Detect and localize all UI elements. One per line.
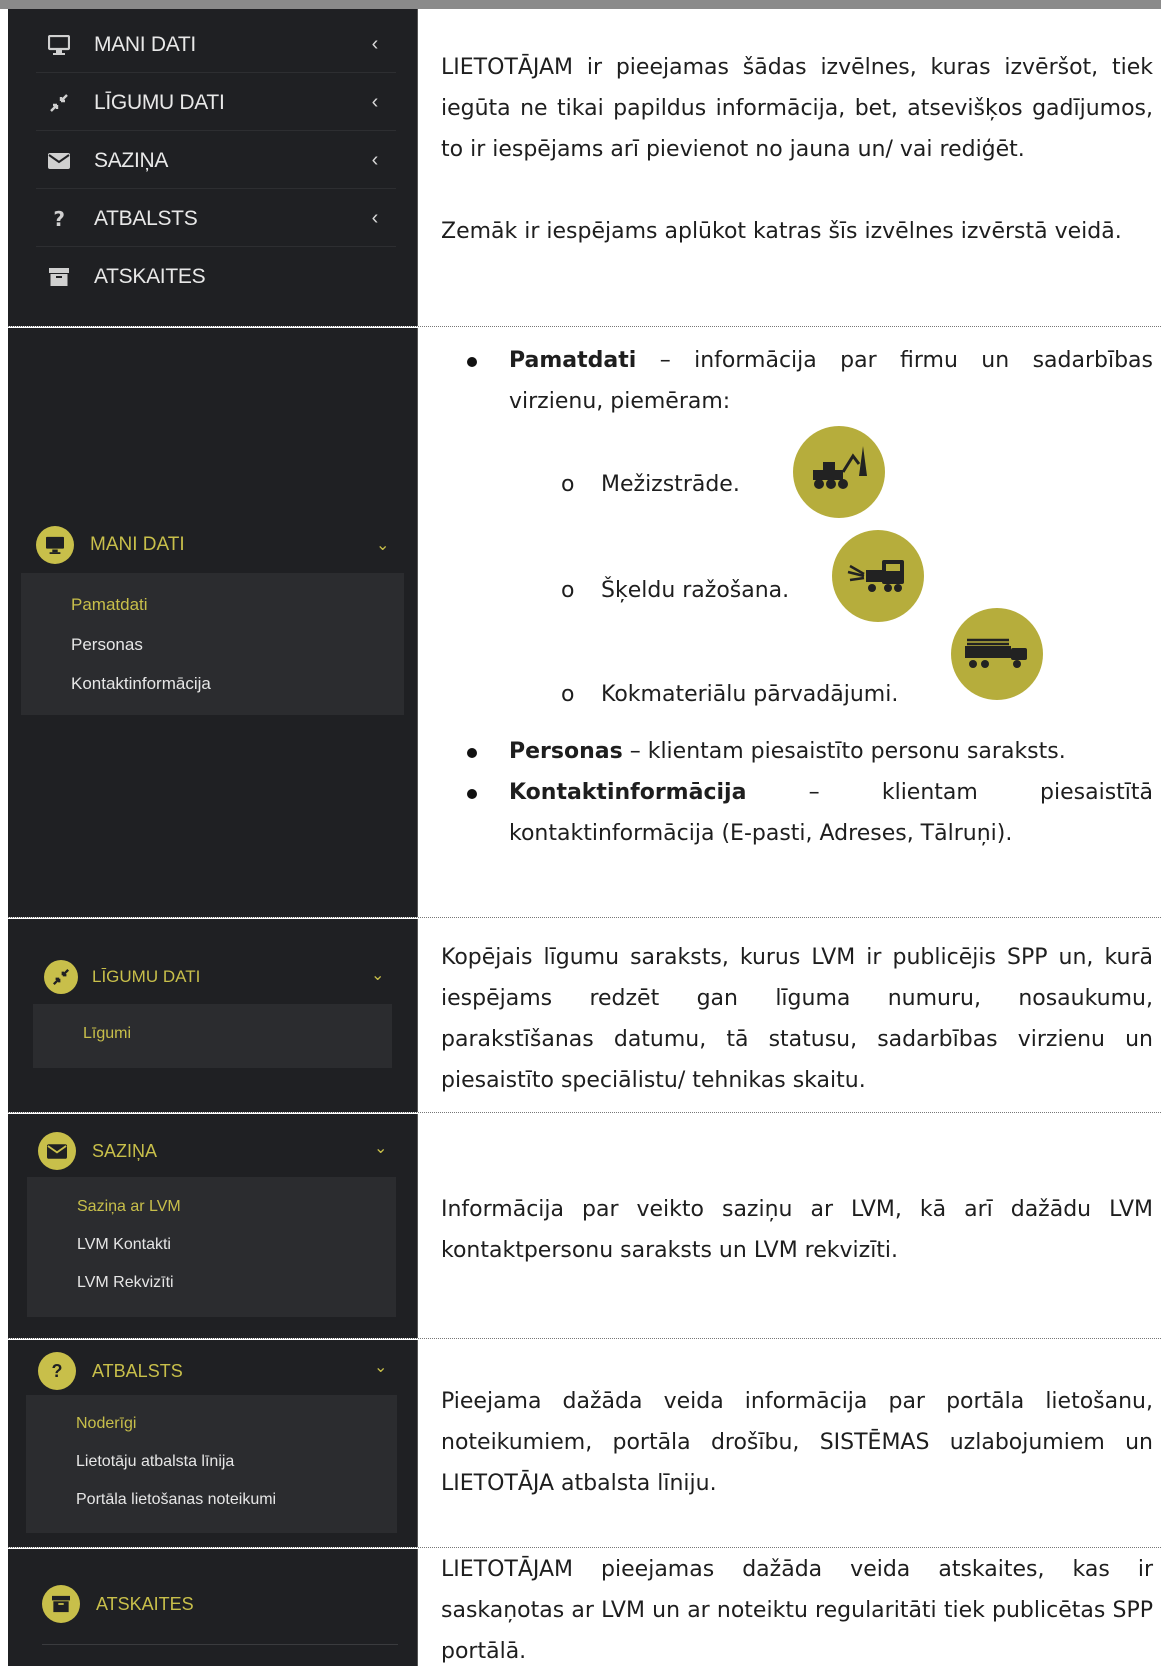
ligumu-dati-description: Kopējais līgumu saraksts, kurus LVM ir p… bbox=[419, 919, 1161, 1112]
question-icon: ? bbox=[38, 1352, 76, 1390]
archive-icon bbox=[44, 267, 74, 287]
forestry-harvester-icon bbox=[793, 426, 885, 518]
row-sazina: SAZIŅA ⌄ Saziņa ar LVM LVM Kontakti LVM … bbox=[8, 1114, 1161, 1339]
sidebar-collapsed: MANI DATI ‹ LĪGUMU DATI ‹ SAZIŅA ‹ ? ATB… bbox=[8, 9, 418, 326]
bullet-personas: Personas – klientam piesaistīto personu … bbox=[419, 731, 1153, 772]
intro-paragraph-2: Zemāk ir iespējams aplūkot katras šīs iz… bbox=[441, 219, 1122, 244]
section-title: ATSKAITES bbox=[96, 1593, 194, 1614]
chevron-down-icon[interactable]: ⌄ bbox=[371, 965, 384, 984]
submenu-item-lvm-rekviziti[interactable]: LVM Rekvizīti bbox=[77, 1274, 174, 1292]
submenu-item-lietotaju-atbalsta-linija[interactable]: Lietotāju atbalsta līnija bbox=[76, 1453, 234, 1471]
menu-label: ATSKAITES bbox=[94, 265, 206, 288]
row-mani-dati: MANI DATI ⌄ Pamatdati Personas Kontaktin… bbox=[8, 328, 1161, 918]
chevron-down-icon[interactable]: ⌄ bbox=[374, 1138, 387, 1157]
section-header-mani-dati[interactable]: MANI DATI bbox=[36, 526, 185, 564]
sidebar-sazina: SAZIŅA ⌄ Saziņa ar LVM LVM Kontakti LVM … bbox=[8, 1114, 418, 1338]
row-atskaites: ATSKAITES LIETOTĀJAM pieejamas dažāda ve… bbox=[8, 1549, 1161, 1666]
sub-bullet-kokmaterialu-parvadajumi: o Kokmateriālu pārvadājumi. bbox=[561, 682, 899, 707]
section-title: LĪGUMU DATI bbox=[92, 967, 201, 986]
submenu-item-ligumi[interactable]: Līgumi bbox=[83, 1025, 131, 1043]
chevron-left-icon: ‹ bbox=[371, 207, 379, 229]
compress-icon bbox=[44, 93, 74, 113]
monitor-icon bbox=[36, 526, 74, 564]
menu-item-atskaites[interactable]: ATSKAITES bbox=[36, 249, 396, 305]
chevron-left-icon: ‹ bbox=[371, 33, 379, 55]
atskaites-text: LIETOTĀJAM pieejamas dažāda veida atskai… bbox=[441, 1557, 1153, 1664]
sub-bullet-skeldu-razosana: o Šķeldu ražošana. bbox=[561, 578, 790, 603]
sidebar-mani-dati: MANI DATI ⌄ Pamatdati Personas Kontaktin… bbox=[8, 328, 418, 917]
submenu-atbalsts: Noderīgi Lietotāju atbalsta līnija Portā… bbox=[26, 1395, 397, 1533]
submenu-item-lvm-kontakti[interactable]: LVM Kontakti bbox=[77, 1236, 171, 1254]
row-atbalsts: ? ATBALSTS ⌄ Noderīgi Lietotāju atbalsta… bbox=[8, 1340, 1161, 1548]
menu-label: SAZIŅA bbox=[94, 148, 169, 172]
chevron-down-icon[interactable]: ⌄ bbox=[374, 1357, 387, 1376]
section-header-atskaites[interactable]: ATSKAITES bbox=[42, 1585, 194, 1623]
timber-truck-icon bbox=[951, 608, 1043, 700]
menu-label: LĪGUMU DATI bbox=[94, 90, 225, 114]
menu-item-ligumu-dati[interactable]: LĪGUMU DATI ‹ bbox=[36, 75, 396, 131]
row-ligumu-dati: LĪGUMU DATI ⌄ Līgumi Kopējais līgumu sar… bbox=[8, 919, 1161, 1113]
submenu-ligumu-dati: Līgumi bbox=[33, 1004, 392, 1068]
bullet-kontaktinformacija: Kontaktinformācija – klientam piesaistīt… bbox=[419, 772, 1153, 854]
divider bbox=[42, 1644, 398, 1645]
intro-paragraph-1: LIETOTĀJAM ir pieejamas šādas izvēlnes, … bbox=[441, 55, 1153, 162]
submenu-item-pamatdati[interactable]: Pamatdati bbox=[71, 595, 148, 615]
section-title: SAZIŅA bbox=[92, 1140, 158, 1161]
document-page: MANI DATI ‹ LĪGUMU DATI ‹ SAZIŅA ‹ ? ATB… bbox=[0, 0, 1161, 1666]
question-icon: ? bbox=[53, 206, 65, 231]
section-title: ATBALSTS bbox=[92, 1360, 183, 1381]
compress-icon bbox=[44, 960, 78, 994]
menu-item-atbalsts[interactable]: ? ATBALSTS ‹ bbox=[36, 191, 396, 247]
submenu-item-kontaktinformacija[interactable]: Kontaktinformācija bbox=[71, 674, 211, 694]
atbalsts-text: Pieejama dažāda veida informācija par po… bbox=[441, 1389, 1153, 1496]
submenu-mani-dati: Pamatdati Personas Kontaktinformācija bbox=[21, 573, 404, 715]
menu-label: ATBALSTS bbox=[94, 206, 198, 230]
sidebar-atbalsts: ? ATBALSTS ⌄ Noderīgi Lietotāju atbalsta… bbox=[8, 1340, 418, 1547]
sazina-description: Informācija par veikto saziņu ar LVM, kā… bbox=[419, 1114, 1161, 1338]
envelope-icon bbox=[38, 1132, 76, 1170]
ligumu-dati-text: Kopējais līgumu saraksts, kurus LVM ir p… bbox=[441, 945, 1153, 1093]
section-title: MANI DATI bbox=[90, 534, 185, 555]
submenu-sazina: Saziņa ar LVM LVM Kontakti LVM Rekvizīti bbox=[27, 1177, 396, 1317]
envelope-icon bbox=[44, 152, 74, 169]
sub-bullet-mezizstrade: o Mežizstrāde. bbox=[561, 472, 740, 497]
atskaites-description: LIETOTĀJAM pieejamas dažāda veida atskai… bbox=[419, 1549, 1161, 1666]
mani-dati-description: Pamatdati – informācija par firmu un sad… bbox=[419, 328, 1161, 917]
submenu-item-noderigi[interactable]: Noderīgi bbox=[76, 1415, 136, 1433]
bullet-pamatdati: Pamatdati – informācija par firmu un sad… bbox=[419, 340, 1153, 422]
menu-item-mani-dati[interactable]: MANI DATI ‹ bbox=[36, 17, 396, 73]
chevron-down-icon[interactable]: ⌄ bbox=[376, 535, 389, 554]
submenu-item-personas[interactable]: Personas bbox=[71, 635, 143, 655]
menu-item-sazina[interactable]: SAZIŅA ‹ bbox=[36, 133, 396, 189]
chipper-truck-icon bbox=[832, 530, 924, 622]
sazina-text: Informācija par veikto saziņu ar LVM, kā… bbox=[441, 1197, 1153, 1263]
top-border bbox=[0, 0, 1161, 9]
row-menu-overview: MANI DATI ‹ LĪGUMU DATI ‹ SAZIŅA ‹ ? ATB… bbox=[8, 9, 1161, 327]
sidebar-ligumu-dati: LĪGUMU DATI ⌄ Līgumi bbox=[8, 919, 418, 1112]
section-header-sazina[interactable]: SAZIŅA bbox=[38, 1132, 157, 1170]
sidebar-atskaites: ATSKAITES bbox=[8, 1549, 418, 1666]
submenu-item-sazina-ar-lvm[interactable]: Saziņa ar LVM bbox=[77, 1198, 181, 1216]
archive-icon bbox=[42, 1585, 80, 1623]
atbalsts-description: Pieejama dažāda veida informācija par po… bbox=[419, 1340, 1161, 1547]
menu-label: MANI DATI bbox=[94, 32, 196, 56]
intro-text: LIETOTĀJAM ir pieejamas šādas izvēlnes, … bbox=[419, 9, 1161, 326]
monitor-icon bbox=[44, 34, 74, 55]
chevron-left-icon: ‹ bbox=[371, 149, 379, 171]
chevron-left-icon: ‹ bbox=[371, 91, 379, 113]
submenu-item-portala-lietosanas-noteikumi[interactable]: Portāla lietošanas noteikumi bbox=[76, 1491, 276, 1509]
section-header-ligumu-dati[interactable]: LĪGUMU DATI bbox=[44, 960, 200, 994]
section-header-atbalsts[interactable]: ? ATBALSTS bbox=[38, 1352, 183, 1390]
